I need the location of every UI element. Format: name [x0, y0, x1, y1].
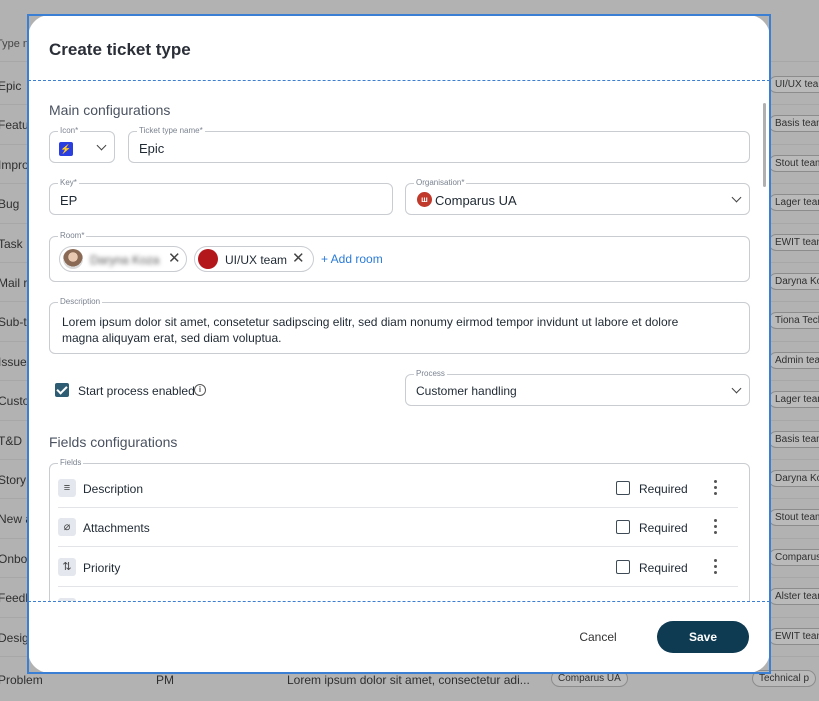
room-chip-user[interactable]: Daryna Koza ✕ [59, 246, 187, 272]
more-options-icon[interactable] [714, 559, 718, 575]
lightning-icon: ⚡ [59, 142, 73, 156]
create-ticket-type-dialog: Create ticket type Main configurations I… [28, 15, 770, 673]
required-checkbox[interactable] [616, 520, 630, 534]
dialog-title: Create ticket type [49, 40, 191, 59]
process-select[interactable]: Process Customer handling [405, 369, 750, 406]
cancel-button[interactable]: Cancel [566, 621, 630, 653]
ticket-type-name-label: Ticket type name* [137, 126, 205, 135]
paperclip-icon: ⌀ [58, 518, 76, 536]
field-row-description[interactable]: ≡ Description Required [58, 469, 738, 508]
start-process-checkbox[interactable] [55, 383, 69, 397]
required-checkbox[interactable] [616, 560, 630, 574]
organisation-label: Organisation* [414, 178, 467, 187]
sort-arrows-icon: ⇅ [58, 558, 76, 576]
chevron-down-icon [731, 192, 742, 203]
add-room-link[interactable]: + Add room [321, 252, 383, 266]
description-label: Description [58, 297, 103, 306]
chevron-down-icon [96, 140, 107, 151]
key-value: EP [60, 193, 78, 208]
user-avatar [63, 249, 83, 269]
key-input[interactable]: Key* EP [49, 178, 393, 215]
process-label: Process [414, 369, 447, 378]
dialog-scrollbar[interactable] [763, 103, 766, 187]
chevron-down-icon [731, 383, 742, 394]
field-name: Description [83, 482, 144, 496]
required-label: Required [639, 482, 688, 496]
close-icon[interactable]: ✕ [292, 251, 305, 267]
more-options-icon[interactable] [714, 519, 718, 535]
description-value: Lorem ipsum dolor sit amet, consetetur s… [62, 315, 679, 345]
fields-label: Fields [58, 458, 84, 467]
required-label: Required [639, 561, 688, 575]
room-chip-label: UI/UX team [225, 253, 288, 267]
room-label: Room* [58, 231, 87, 240]
key-label: Key* [58, 178, 79, 187]
dialog-footer: Cancel Save [28, 601, 770, 673]
close-icon[interactable]: ✕ [168, 251, 181, 267]
dialog-body[interactable]: Main configurations Icon* ⚡ Ticket type … [28, 81, 770, 601]
room-multiselect[interactable]: Room* Daryna Koza ✕ UI/UX team ✕ + Add r… [49, 231, 750, 282]
team-logo-icon [198, 249, 218, 269]
info-icon[interactable]: i [194, 384, 206, 396]
room-chip-uiux-team[interactable]: UI/UX team ✕ [194, 246, 314, 272]
process-value: Customer handling [416, 384, 517, 398]
icon-select[interactable]: Icon* ⚡ [49, 126, 115, 163]
field-row-partial[interactable] [58, 588, 738, 601]
main-configurations-heading: Main configurations [49, 102, 171, 118]
organisation-select[interactable]: Organisation* ш Comparus UA [405, 178, 750, 215]
ticket-type-name-value: Epic [139, 141, 165, 156]
field-name: Priority [83, 561, 121, 575]
fields-configurations-heading: Fields configurations [49, 434, 178, 450]
description-textarea[interactable]: Description Lorem ipsum dolor sit amet, … [49, 297, 750, 354]
field-row-priority[interactable]: ⇅ Priority Required [58, 548, 738, 587]
icon-label: Icon* [58, 126, 81, 135]
field-row-attachments[interactable]: ⌀ Attachments Required [58, 508, 738, 547]
fields-list[interactable]: Fields ≡ Description Required ⌀ Attachme… [49, 458, 750, 601]
required-label: Required [639, 521, 688, 535]
organisation-logo-icon: ш [417, 192, 432, 207]
organisation-value: Comparus UA [435, 193, 517, 208]
start-process-label: Start process enabled [78, 384, 195, 398]
ticket-type-name-input[interactable]: Ticket type name* Epic [128, 126, 750, 163]
field-name: Attachments [83, 521, 150, 535]
room-chip-label: Daryna Koza [90, 253, 160, 267]
save-button[interactable]: Save [657, 621, 749, 653]
more-options-icon[interactable] [714, 480, 718, 496]
text-lines-icon: ≡ [58, 479, 76, 497]
required-checkbox[interactable] [616, 481, 630, 495]
